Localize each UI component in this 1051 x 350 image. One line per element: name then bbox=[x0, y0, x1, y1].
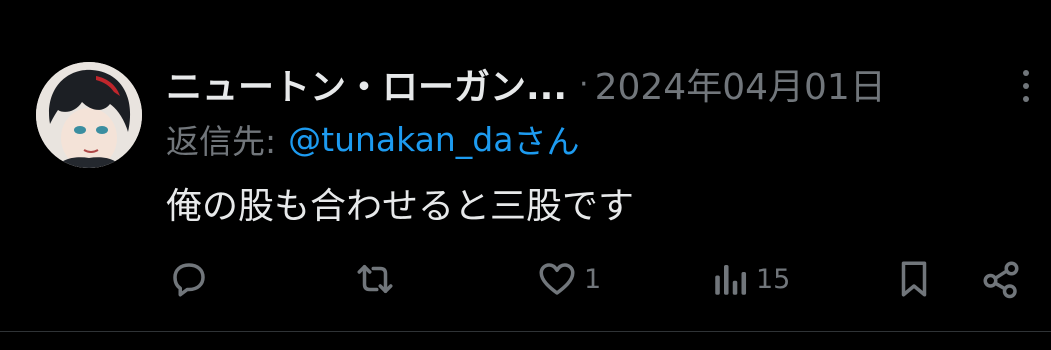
like-icon bbox=[536, 258, 578, 300]
share-icon bbox=[980, 258, 1022, 300]
reply-handle-link[interactable]: @tunakan_da bbox=[288, 120, 513, 159]
retweet-button[interactable] bbox=[354, 258, 396, 300]
views-button[interactable]: 15 bbox=[712, 258, 790, 300]
avatar[interactable] bbox=[36, 62, 142, 168]
views-icon bbox=[712, 258, 750, 300]
reply-button[interactable] bbox=[168, 258, 210, 300]
separator-dot: · bbox=[579, 66, 589, 102]
share-button[interactable] bbox=[980, 258, 1022, 300]
post-text: 俺の股も合わせると三股です bbox=[166, 186, 635, 227]
post-date[interactable]: 2024年04月01日 bbox=[595, 58, 886, 110]
author-name[interactable]: ニュートン・ローガン... bbox=[166, 58, 567, 110]
divider bbox=[0, 331, 1051, 332]
reply-icon bbox=[168, 258, 210, 300]
bookmark-button[interactable] bbox=[893, 258, 935, 300]
reply-context: 返信先: @tunakan_da さん bbox=[166, 116, 579, 162]
reply-suffix: さん bbox=[513, 122, 580, 161]
retweet-icon bbox=[354, 258, 396, 300]
bookmark-icon bbox=[893, 258, 935, 300]
like-button[interactable]: 1 bbox=[536, 258, 601, 300]
reply-prefix: 返信先: bbox=[166, 122, 277, 161]
post-header: ニュートン・ローガン... · 2024年04月01日 bbox=[166, 56, 886, 112]
view-count: 15 bbox=[756, 263, 791, 295]
action-bar: 1 15 bbox=[0, 250, 1051, 310]
more-icon[interactable] bbox=[1016, 70, 1036, 102]
like-count: 1 bbox=[584, 263, 602, 295]
